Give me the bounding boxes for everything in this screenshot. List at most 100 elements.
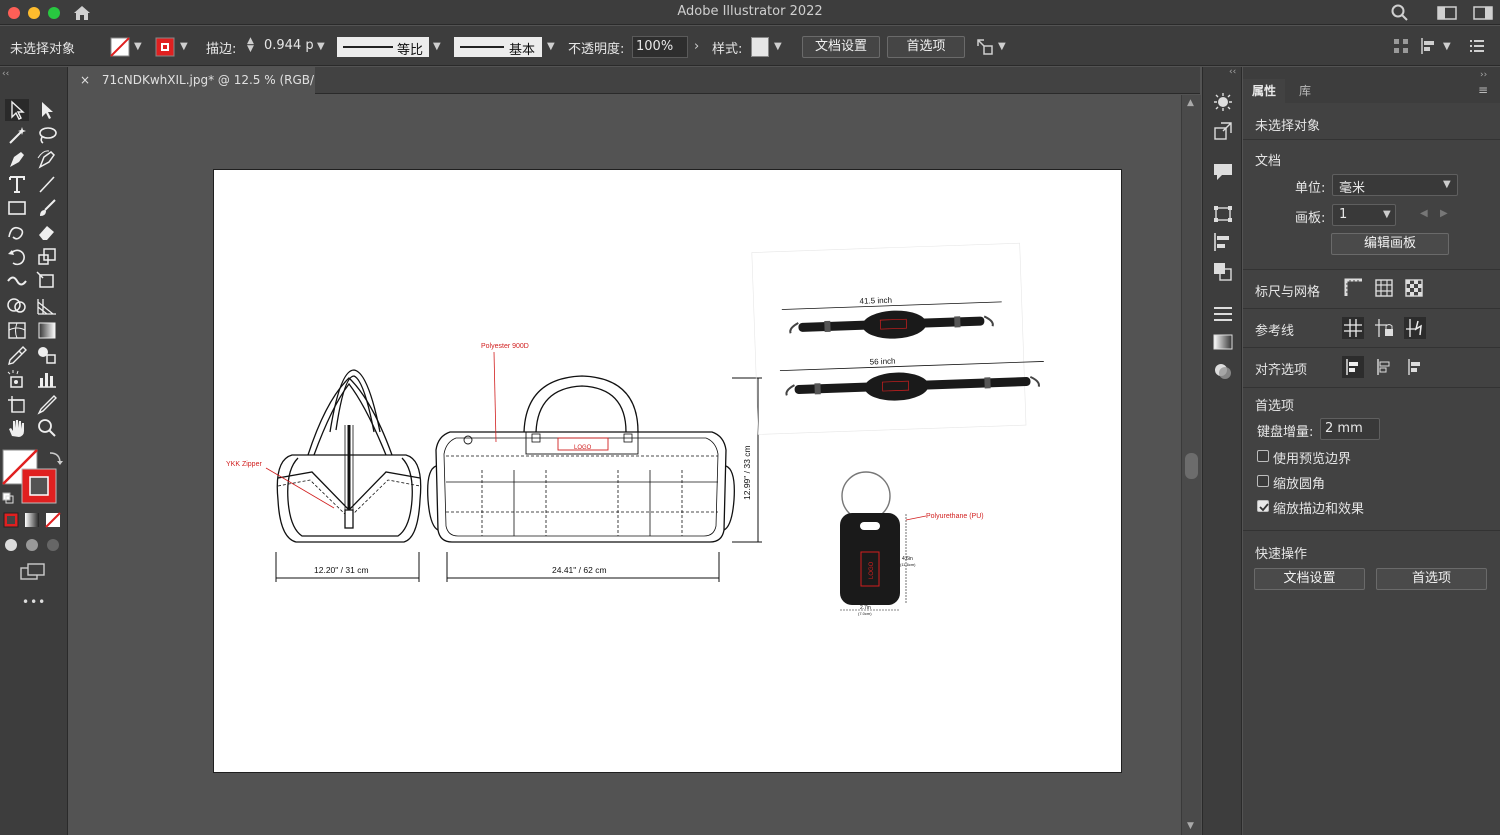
symbol-sprayer-tool-icon[interactable] bbox=[5, 368, 29, 390]
document-setup-button[interactable]: 文档设置 bbox=[802, 36, 880, 58]
lock-guides-icon[interactable] bbox=[1373, 317, 1395, 339]
artboard-tool-icon[interactable] bbox=[5, 393, 29, 415]
align-to-selection-icon[interactable] bbox=[1342, 356, 1364, 378]
pathfinder-icon[interactable] bbox=[1211, 260, 1235, 282]
eraser-tool-icon[interactable] bbox=[35, 221, 59, 243]
collapse-strip-icon[interactable]: ‹‹ bbox=[1229, 67, 1236, 77]
search-icon[interactable] bbox=[1391, 4, 1409, 22]
fill-swatch[interactable] bbox=[110, 37, 130, 57]
units-dropdown[interactable]: 毫米 ▼ bbox=[1332, 174, 1458, 196]
use-preview-bounds-checkbox[interactable] bbox=[1257, 450, 1269, 462]
slice-tool-icon[interactable] bbox=[35, 393, 59, 415]
shape-builder-tool-icon[interactable] bbox=[5, 295, 29, 317]
blend-tool-icon[interactable] bbox=[35, 344, 59, 366]
style-dropdown-icon[interactable]: ▼ bbox=[774, 41, 782, 52]
panel-menu-icon[interactable]: ≡ bbox=[1478, 83, 1488, 97]
type-tool-icon[interactable] bbox=[5, 173, 29, 195]
menu-icon[interactable] bbox=[1470, 40, 1484, 52]
paintbrush-tool-icon[interactable] bbox=[35, 197, 59, 219]
stroke-weight-dropdown-icon[interactable]: ▼ bbox=[317, 41, 325, 52]
drawing-mode-buttons[interactable] bbox=[3, 537, 61, 553]
scale-tool-icon[interactable] bbox=[35, 246, 59, 268]
smart-guides-icon[interactable] bbox=[1404, 317, 1426, 339]
next-artboard-icon[interactable]: ▶ bbox=[1440, 208, 1448, 219]
canvas[interactable]: YKK Zipper 12.20" / 31 cm LOGO Polyester… bbox=[70, 95, 1180, 835]
gradient-tool-icon[interactable] bbox=[35, 319, 59, 341]
keyboard-increment-input[interactable]: 2 mm bbox=[1320, 418, 1380, 440]
stroke-panel-icon[interactable] bbox=[1211, 303, 1235, 325]
magic-wand-tool-icon[interactable] bbox=[5, 124, 29, 146]
scale-corners-checkbox[interactable] bbox=[1257, 475, 1269, 487]
shaper-tool-icon[interactable] bbox=[5, 221, 29, 243]
arrange-documents-icon[interactable] bbox=[976, 38, 994, 56]
grid-icon[interactable] bbox=[1374, 278, 1394, 298]
zoom-tool-icon[interactable] bbox=[35, 417, 59, 439]
width-tool-icon[interactable] bbox=[5, 270, 29, 292]
transform-icon[interactable] bbox=[1393, 38, 1409, 54]
screen-mode-icon[interactable] bbox=[20, 563, 46, 581]
previous-artboard-icon[interactable]: ◀ bbox=[1420, 208, 1428, 219]
color-mode-buttons[interactable] bbox=[3, 512, 61, 528]
stroke-weight-input[interactable]: 0.944 p bbox=[264, 38, 314, 53]
panel-layout-icon[interactable] bbox=[1473, 5, 1493, 21]
line-segment-tool-icon[interactable] bbox=[35, 173, 59, 195]
vertical-scrollbar[interactable]: ▲ ▼ bbox=[1181, 95, 1201, 835]
artboard[interactable]: YKK Zipper 12.20" / 31 cm LOGO Polyester… bbox=[213, 169, 1122, 773]
scroll-up-icon[interactable]: ▲ bbox=[1187, 98, 1194, 108]
workspace-switcher-icon[interactable] bbox=[1437, 5, 1457, 21]
close-tab-icon[interactable]: × bbox=[80, 73, 90, 87]
stroke-stepper-icon[interactable]: ▲ ▼ bbox=[247, 37, 254, 54]
quick-document-setup-button[interactable]: 文档设置 bbox=[1254, 568, 1365, 590]
tab-properties[interactable]: 属性 bbox=[1243, 79, 1285, 103]
free-transform-tool-icon[interactable] bbox=[35, 270, 59, 292]
hand-tool-icon[interactable] bbox=[5, 417, 29, 439]
rotate-tool-icon[interactable] bbox=[5, 246, 29, 268]
appearance-icon[interactable] bbox=[1211, 91, 1235, 113]
transparency-icon[interactable] bbox=[1211, 360, 1235, 382]
opacity-expand-icon[interactable]: › bbox=[694, 39, 699, 54]
rectangle-tool-icon[interactable] bbox=[5, 197, 29, 219]
rulers-icon[interactable] bbox=[1344, 278, 1364, 298]
tab-libraries[interactable]: 库 bbox=[1287, 79, 1323, 103]
lasso-tool-icon[interactable] bbox=[35, 124, 59, 146]
scroll-thumb[interactable] bbox=[1185, 453, 1198, 479]
comments-icon[interactable] bbox=[1211, 160, 1235, 182]
pen-tool-icon[interactable] bbox=[5, 148, 29, 170]
quick-preferences-button[interactable]: 首选项 bbox=[1376, 568, 1487, 590]
brush-dropdown-icon[interactable]: ▼ bbox=[547, 41, 555, 52]
edit-artboards-button[interactable]: 编辑画板 bbox=[1331, 233, 1449, 255]
collapse-toolbar-icon[interactable]: ‹‹ bbox=[2, 69, 9, 79]
direct-selection-tool-icon[interactable] bbox=[35, 99, 59, 121]
edit-toolbar-button[interactable]: ••• bbox=[22, 595, 46, 609]
mesh-tool-icon[interactable] bbox=[5, 319, 29, 341]
document-tab[interactable]: × 71cNDKwhXIL.jpg* @ 12.5 % (RGB/预览) bbox=[70, 67, 315, 113]
transform-panel-icon[interactable] bbox=[1211, 203, 1235, 225]
export-icon[interactable] bbox=[1211, 120, 1235, 142]
column-graph-tool-icon[interactable] bbox=[35, 368, 59, 390]
align-to-key-object-icon[interactable] bbox=[1373, 356, 1395, 378]
graphic-style-swatch[interactable] bbox=[751, 37, 769, 57]
brush-definition[interactable]: 基本 bbox=[454, 37, 542, 58]
align-dropdown-icon[interactable]: ▼ bbox=[1443, 41, 1451, 52]
opacity-input[interactable]: 100% bbox=[632, 36, 688, 58]
transparency-grid-icon[interactable] bbox=[1404, 278, 1424, 298]
fill-dropdown-icon[interactable]: ▼ bbox=[134, 41, 142, 52]
gradient-panel-icon[interactable] bbox=[1211, 331, 1235, 353]
fill-stroke-widget[interactable] bbox=[2, 449, 64, 507]
perspective-grid-tool-icon[interactable] bbox=[35, 295, 59, 317]
eyedropper-tool-icon[interactable] bbox=[5, 344, 29, 366]
variable-width-profile[interactable]: 等比 bbox=[337, 37, 429, 58]
align-panel-icon[interactable] bbox=[1211, 231, 1235, 253]
profile-dropdown-icon[interactable]: ▼ bbox=[433, 41, 441, 52]
arrange-dropdown-icon[interactable]: ▼ bbox=[998, 41, 1006, 52]
artboard-dropdown[interactable]: 1 ▼ bbox=[1332, 204, 1396, 226]
align-icon[interactable] bbox=[1420, 38, 1438, 54]
preferences-button[interactable]: 首选项 bbox=[887, 36, 965, 58]
align-to-artboard-icon[interactable] bbox=[1404, 356, 1426, 378]
show-guides-icon[interactable] bbox=[1342, 317, 1364, 339]
selection-tool-icon[interactable] bbox=[5, 99, 29, 121]
scroll-down-icon[interactable]: ▼ bbox=[1187, 821, 1194, 831]
scale-strokes-effects-checkbox[interactable] bbox=[1257, 500, 1269, 512]
stroke-swatch[interactable] bbox=[155, 37, 175, 57]
stroke-dropdown-icon[interactable]: ▼ bbox=[180, 41, 188, 52]
